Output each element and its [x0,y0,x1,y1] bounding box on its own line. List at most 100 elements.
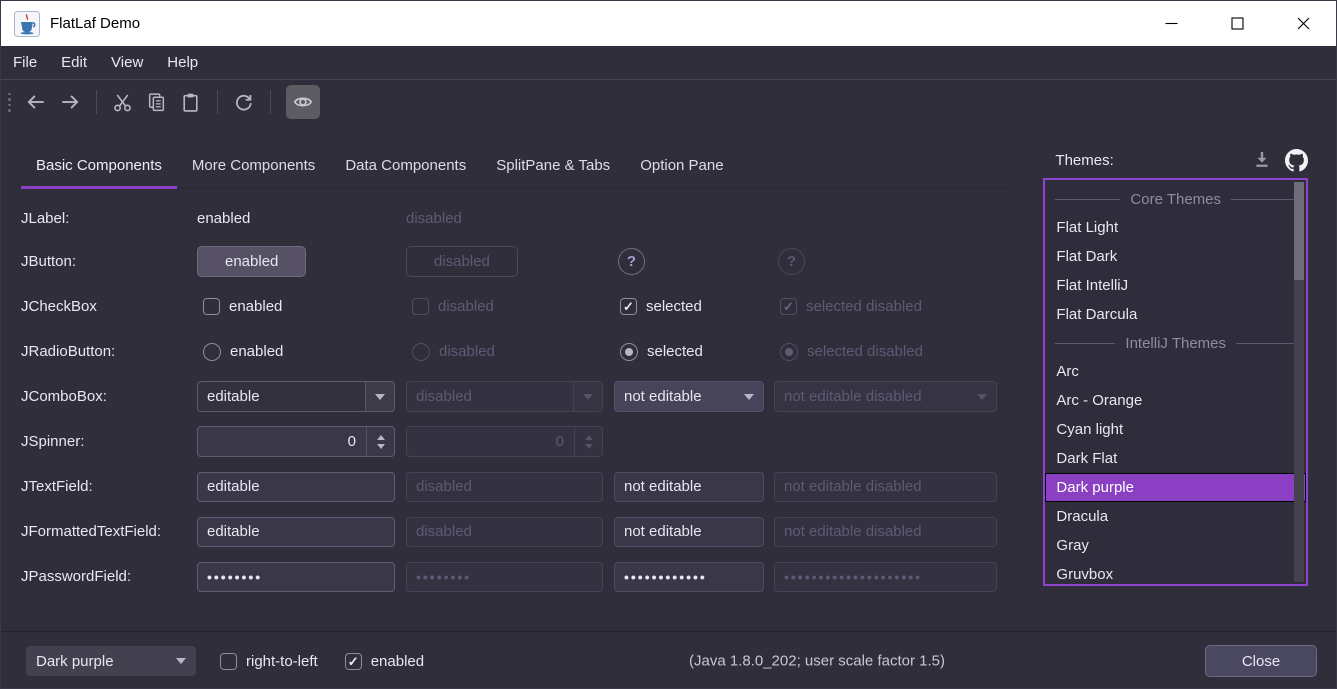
theme-item-gruvbox[interactable]: Gruvbox [1045,560,1306,589]
menu-edit[interactable]: Edit [49,46,99,79]
tab-splitpane-tabs[interactable]: SplitPane & Tabs [481,142,625,188]
passwordfield-not-editable-disabled: •••••••••••••••••••• [774,562,997,592]
label-enabled: enabled [197,210,250,227]
right-to-left-checkbox[interactable]: right-to-left [220,653,318,670]
cut-button[interactable] [108,87,138,117]
themes-label: Themes: [1043,152,1113,169]
laf-combobox[interactable]: Dark purple [26,646,196,676]
show-hosts-toggle-button[interactable] [286,85,320,119]
menu-help[interactable]: Help [155,46,210,79]
tab-basic-components[interactable]: Basic Components [21,142,177,188]
checkbox-enabled[interactable]: enabled [203,298,282,315]
row-jcombobox: JComboBox: editable disabled not editabl… [21,374,1029,419]
java-app-icon [14,11,40,37]
refresh-button[interactable] [229,87,259,117]
window-title: FlatLaf Demo [50,15,140,32]
theme-item-flat-darcula[interactable]: Flat Darcula [1045,300,1306,329]
copy-button[interactable] [142,87,172,117]
formatted-textfield-not-editable[interactable]: not editable [614,517,764,547]
theme-group-separator: IntelliJ Themes [1045,329,1306,357]
themes-panel: Themes: Core Themes Flat Light Flat Dark… [1029,124,1336,631]
bottom-bar: Dark purple right-to-left enabled (Java … [1,631,1336,689]
status-text: (Java 1.8.0_202; user scale factor 1.5) [689,653,945,670]
toolbar [1,80,1336,124]
theme-item-arc-orange[interactable]: Arc - Orange [1045,386,1306,415]
theme-item-cyan-light[interactable]: Cyan light [1045,415,1306,444]
scrollbar-thumb[interactable] [1294,182,1304,280]
row-jformattedtextfield: JFormattedTextField: editable disabled n… [21,509,1029,554]
row-label: JComboBox: [21,388,197,405]
radio-selected-disabled: selected disabled [780,343,923,361]
theme-item-arc[interactable]: Arc [1045,357,1306,386]
checkbox-disabled: disabled [412,298,494,315]
formatted-textfield-not-editable-disabled: not editable disabled [774,517,997,547]
tab-data-components[interactable]: Data Components [330,142,481,188]
checkbox-selected-disabled: selected disabled [780,298,922,315]
paste-button[interactable] [176,87,206,117]
enabled-button[interactable]: enabled [197,246,306,277]
theme-item-dark-purple[interactable]: Dark purple [1045,473,1306,502]
back-button[interactable] [21,87,51,117]
checkbox-box-checked [345,653,362,670]
tab-bar: Basic Components More Components Data Co… [21,142,1011,189]
close-window-button[interactable] [1270,1,1336,46]
toolbar-grip[interactable] [8,93,11,112]
theme-item-flat-intellij[interactable]: Flat IntelliJ [1045,271,1306,300]
row-label: JCheckBox [21,298,197,315]
themes-scrollbar[interactable] [1294,182,1304,582]
chevron-down-icon[interactable] [365,382,394,411]
spinner-up-down-buttons[interactable] [366,427,394,456]
download-icon[interactable] [1252,150,1272,170]
combobox-editable[interactable]: editable [197,381,395,412]
row-jtextfield: JTextField: editable disabled not editab… [21,464,1029,509]
radio-enabled[interactable]: enabled [203,343,283,361]
theme-item-dracula[interactable]: Dracula [1045,502,1306,531]
theme-item-dark-flat[interactable]: Dark Flat [1045,444,1306,473]
chevron-down-icon[interactable] [734,382,763,411]
back-icon [25,91,47,113]
row-jpasswordfield: JPasswordField: •••••••• •••••••• ••••••… [21,554,1029,599]
passwordfield-not-editable[interactable]: •••••••••••• [614,562,764,592]
checkbox-box [203,298,220,315]
github-icon[interactable] [1285,149,1308,172]
help-button[interactable]: ? [618,248,645,275]
combobox-not-editable-disabled: not editable disabled [774,381,997,412]
theme-group-separator: Core Themes [1045,185,1306,213]
radio-selected[interactable]: selected [620,343,703,361]
row-jradiobutton: JRadioButton: enabled disabled selected … [21,329,1029,374]
checkbox-selected[interactable]: selected [620,298,702,315]
passwordfield-editable[interactable]: •••••••• [197,562,395,592]
enabled-checkbox[interactable]: enabled [345,653,424,670]
theme-item-flat-light[interactable]: Flat Light [1045,213,1306,242]
textfield-disabled: disabled [406,472,603,502]
components-grid: JLabel: enabled disabled JButton: enable… [21,197,1029,599]
menu-file[interactable]: File [1,46,49,79]
formatted-textfield-disabled: disabled [406,517,603,547]
chevron-down-icon [573,382,602,411]
close-button[interactable]: Close [1205,645,1317,677]
textfield-editable[interactable]: editable [197,472,395,502]
radio-disabled: disabled [412,343,495,361]
row-label: JFormattedTextField: [21,523,197,540]
tab-more-components[interactable]: More Components [177,142,330,188]
tab-option-pane[interactable]: Option Pane [625,142,738,188]
maximize-button[interactable] [1204,1,1270,46]
radio-circle-selected [620,343,638,361]
chevron-down-icon [176,658,186,664]
radio-circle-selected [780,343,798,361]
menu-view[interactable]: View [99,46,155,79]
checkbox-box-checked [780,298,797,315]
textfield-not-editable[interactable]: not editable [614,472,764,502]
forward-button[interactable] [55,87,85,117]
row-label: JButton: [21,253,197,270]
spinner-enabled[interactable]: 0 [197,426,395,457]
combobox-not-editable[interactable]: not editable [614,381,764,412]
textfield-not-editable-disabled: not editable disabled [774,472,997,502]
theme-item-flat-dark[interactable]: Flat Dark [1045,242,1306,271]
radio-circle [412,343,430,361]
row-jcheckbox: JCheckBox enabled disabled selected sele… [21,284,1029,329]
theme-item-gray[interactable]: Gray [1045,531,1306,560]
cut-icon [112,92,133,113]
minimize-button[interactable] [1138,1,1204,46]
formatted-textfield-editable[interactable]: editable [197,517,395,547]
